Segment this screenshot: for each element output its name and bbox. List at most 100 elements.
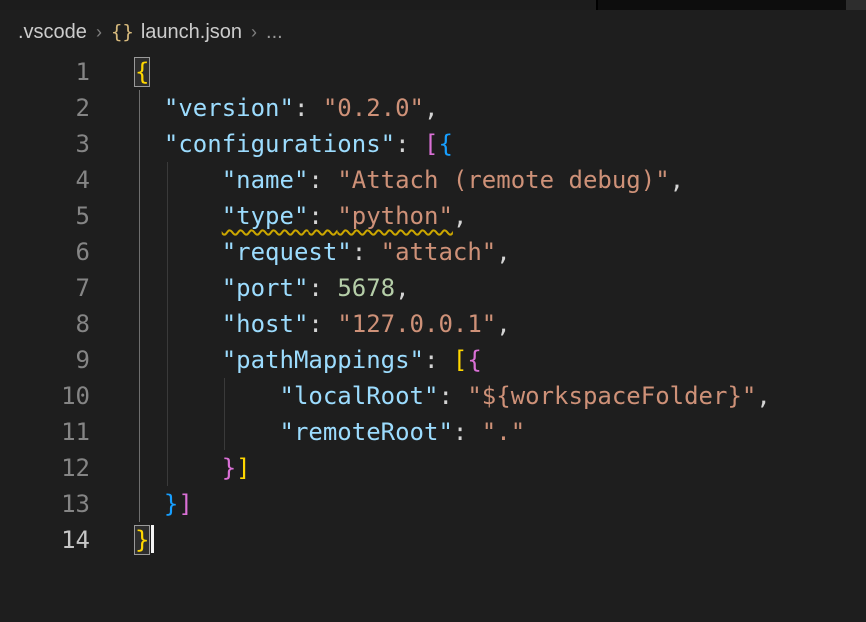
chevron-right-icon: › [251,22,257,43]
code-line[interactable]: 13 }] [0,486,866,522]
code-token [135,166,222,194]
line-number: 10 [0,378,90,414]
code-token: "configurations" [164,130,395,158]
code-token [135,274,222,302]
code-token: "0.2.0" [323,94,424,122]
code-text: "type": "python", [135,198,467,234]
code-line[interactable]: 8 "host": "127.0.0.1", [0,306,866,342]
code-token: "port" [222,274,309,302]
line-number: 5 [0,198,90,234]
code-token [135,382,280,410]
editor[interactable]: 1{2 "version": "0.2.0",3 "configurations… [0,54,866,558]
code-text: "pathMappings": [{ [135,342,482,378]
line-number: 8 [0,306,90,342]
code-token: , [453,202,467,230]
code-text: { [135,54,149,90]
line-number: 13 [0,486,90,522]
code-text: "version": "0.2.0", [135,90,438,126]
code-token: "name" [222,166,309,194]
breadcrumb-folder[interactable]: .vscode [18,21,87,44]
line-number: 7 [0,270,90,306]
active-tab-top [0,0,596,10]
code-token: "request" [222,238,352,266]
line-number: 3 [0,126,90,162]
line-number: 12 [0,450,90,486]
code-line[interactable]: 14} [0,522,866,558]
line-number: 9 [0,342,90,378]
json-file-icon: {} [111,21,134,43]
breadcrumb: .vscode › {} launch.json › ... [0,10,866,54]
code-token: "." [482,418,525,446]
code-token: [ [424,130,438,158]
code-token: : [352,238,381,266]
code-token [135,130,164,158]
code-token [135,346,222,374]
code-text: "remoteRoot": "." [135,414,525,450]
line-number: 11 [0,414,90,450]
code-token [135,418,280,446]
code-token: : [308,166,337,194]
code-token: } [222,454,236,482]
code-token [135,310,222,338]
line-number: 4 [0,162,90,198]
code-text: }] [135,486,193,522]
code-token: , [670,166,684,194]
code-token: "pathMappings" [222,346,424,374]
code-line[interactable]: 4 "name": "Attach (remote debug)", [0,162,866,198]
code-text: "host": "127.0.0.1", [135,306,511,342]
code-token [135,490,164,518]
code-line[interactable]: 6 "request": "attach", [0,234,866,270]
code-token: "Attach (remote debug)" [337,166,669,194]
code-token: , [496,310,510,338]
code-token: "version" [164,94,294,122]
code-token: { [438,130,452,158]
code-text: } [135,522,154,558]
code-token: ] [178,490,192,518]
code-token: : [308,310,337,338]
warning-squiggle: "type": "python" [222,202,453,230]
code-line[interactable]: 7 "port": 5678, [0,270,866,306]
code-line[interactable]: 9 "pathMappings": [{ [0,342,866,378]
code-token [135,94,164,122]
tab-separator [596,0,598,10]
code-token: : [308,274,337,302]
code-token: "remoteRoot" [280,418,453,446]
code-line[interactable]: 1{ [0,54,866,90]
code-token [135,238,222,266]
code-token: "host" [222,310,309,338]
code-token: : [395,130,424,158]
code-line[interactable]: 5 "type": "python", [0,198,866,234]
code-text: "name": "Attach (remote debug)", [135,162,684,198]
tab-bar [0,0,866,10]
code-token: , [496,238,510,266]
breadcrumb-more[interactable]: ... [266,21,283,44]
code-line[interactable]: 2 "version": "0.2.0", [0,90,866,126]
code-line[interactable]: 10 "localRoot": "${workspaceFolder}", [0,378,866,414]
line-number: 2 [0,90,90,126]
code-token: [ [453,346,467,374]
code-token: : [424,346,453,374]
code-line[interactable]: 12 }] [0,450,866,486]
code-token: { [467,346,481,374]
matched-bracket: { [135,58,149,86]
line-number: 14 [0,522,90,558]
line-number: 1 [0,54,90,90]
breadcrumb-file[interactable]: launch.json [141,21,242,44]
code-text: "localRoot": "${workspaceFolder}", [135,378,771,414]
code-token: "localRoot" [280,382,439,410]
line-number: 6 [0,234,90,270]
matched-bracket: } [135,526,149,554]
code-token [135,202,222,230]
code-line[interactable]: 3 "configurations": [{ [0,126,866,162]
code-line[interactable]: 11 "remoteRoot": "." [0,414,866,450]
code-text: "request": "attach", [135,234,511,270]
code-text: "configurations": [{ [135,126,453,162]
code-token: "${workspaceFolder}" [467,382,756,410]
code-token: } [164,490,178,518]
code-token: "127.0.0.1" [337,310,496,338]
code-token: 5678 [337,274,395,302]
code-token: "attach" [381,238,497,266]
text-cursor [151,525,154,553]
code-token: "python" [337,202,453,230]
code-token: : [438,382,467,410]
